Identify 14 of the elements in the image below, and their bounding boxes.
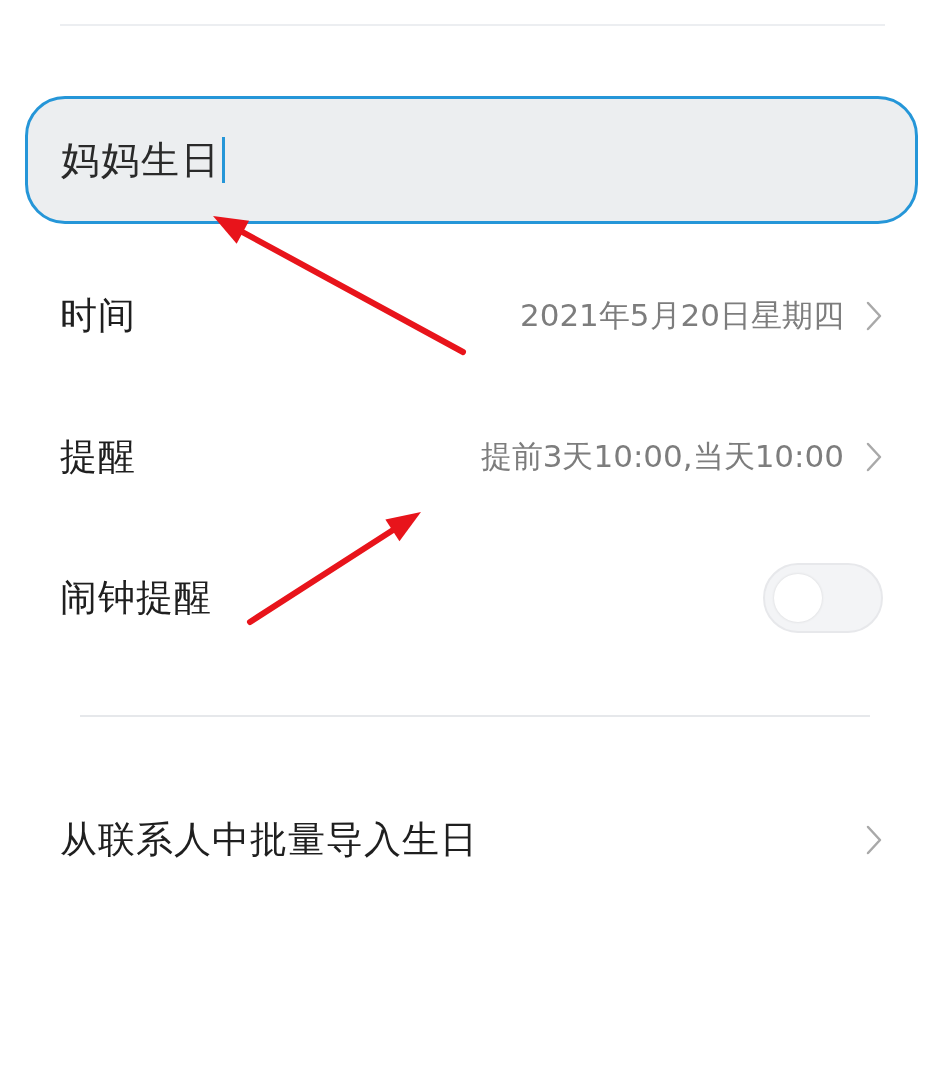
row-label: 提醒	[60, 433, 136, 480]
chevron-right-icon	[866, 824, 882, 855]
text-cursor-icon	[222, 137, 225, 183]
row-label: 闹钟提醒	[60, 574, 212, 621]
row-label: 时间	[60, 292, 136, 339]
settings-row[interactable]: 提醒 提前3天10:00,当天10:00	[0, 386, 938, 527]
settings-row[interactable]: 从联系人中批量导入生日	[0, 769, 938, 910]
chevron-right-icon	[866, 300, 882, 331]
settings-row[interactable]: 时间 2021年5月20日星期四	[0, 245, 938, 386]
row-value: 2021年5月20日星期四	[519, 295, 844, 335]
row-label: 从联系人中批量导入生日	[60, 816, 478, 863]
chevron-right-icon	[866, 441, 882, 472]
row-value: 提前3天10:00,当天10:00	[480, 436, 844, 476]
title-input-field[interactable]: 妈妈生日	[25, 96, 918, 224]
